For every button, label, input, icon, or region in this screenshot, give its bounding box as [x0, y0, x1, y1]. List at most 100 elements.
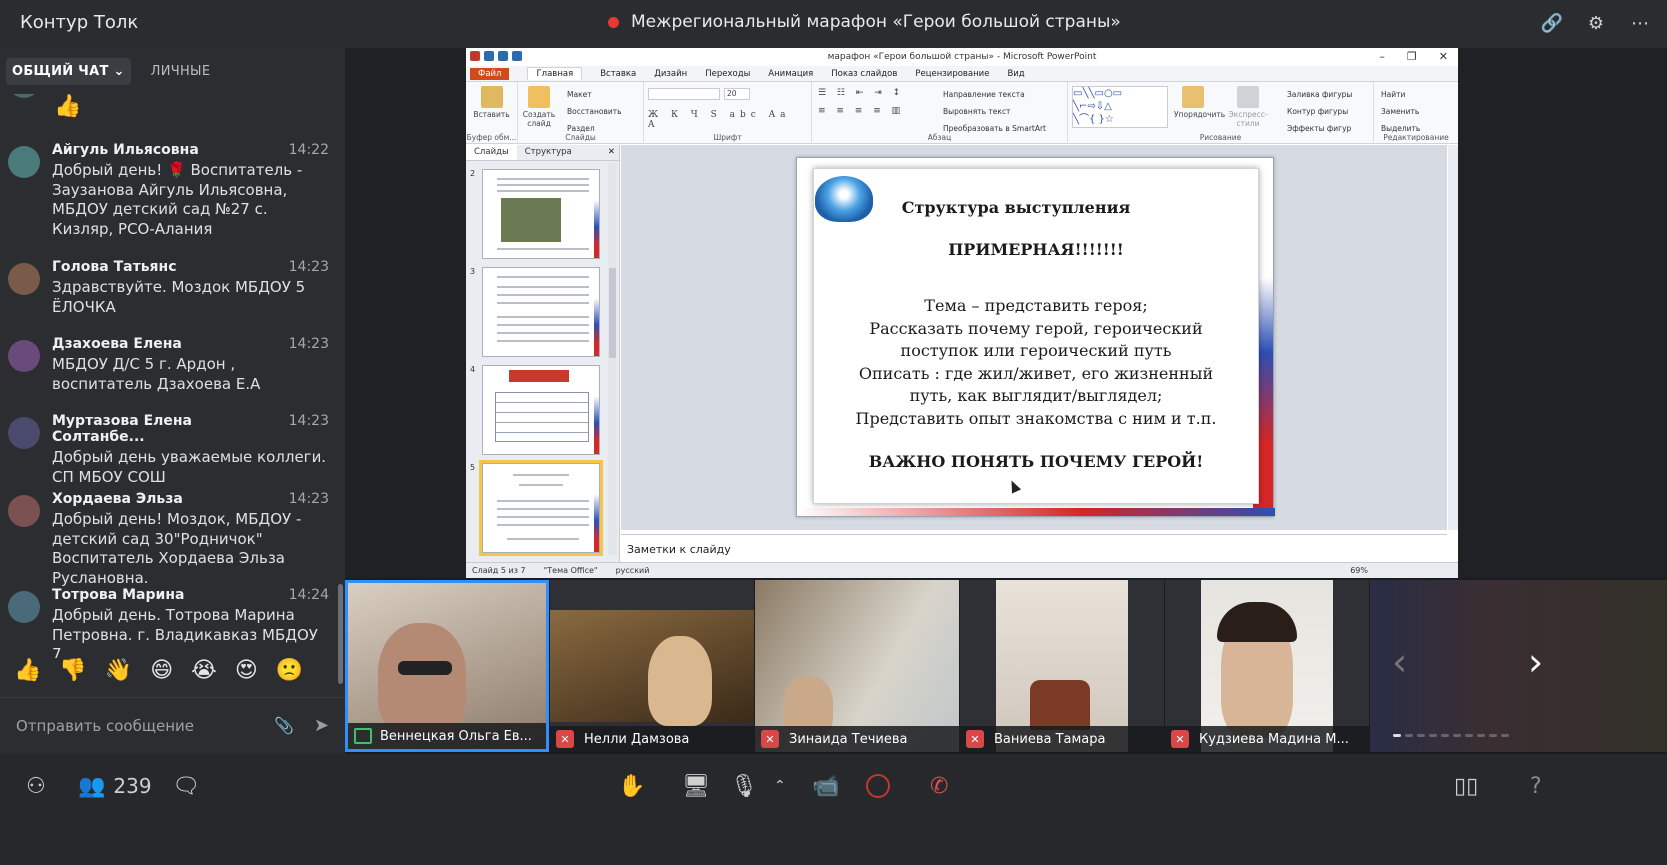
- layout-icon[interactable]: ▯▯: [1454, 770, 1478, 802]
- video-tile[interactable]: ✕ Зинаида Течиева: [755, 580, 959, 752]
- chat-icon[interactable]: 🗨: [172, 770, 200, 802]
- chat-message-list[interactable]: 👍 Айгуль Ильясовна 14:22 Добрый день! 🌹 В…: [0, 94, 345, 658]
- tab-file[interactable]: Файл: [470, 67, 510, 80]
- find-button[interactable]: Найти: [1381, 87, 1405, 102]
- slide-scrollbar[interactable]: [1448, 145, 1458, 530]
- tab-transitions[interactable]: Переходы: [705, 69, 750, 79]
- thumbs-up-icon[interactable]: 👍: [14, 658, 41, 683]
- align-buttons[interactable]: ≡ ≡ ≡ ≡ ▥: [818, 106, 904, 116]
- thumbs-down-icon[interactable]: 👎: [59, 658, 86, 683]
- tab-outline[interactable]: Структура: [517, 145, 580, 160]
- shape-outline-button[interactable]: Контур фигуры: [1287, 104, 1348, 119]
- font-size-select[interactable]: 20: [724, 88, 750, 100]
- next-page-icon[interactable]: ›: [1528, 640, 1543, 684]
- reaction-bar: 👍 👎 👋 😄 😭 😍 🙁: [0, 646, 345, 694]
- microphone-off-icon[interactable]: 🎙: [730, 770, 758, 802]
- slide-subtitle: ПРИМЕРНАЯ!!!!!!!: [948, 240, 1124, 259]
- layout-button[interactable]: Макет: [567, 87, 592, 102]
- participants-icon: 👥: [78, 773, 106, 799]
- mic-off-icon: ✕: [1171, 730, 1189, 748]
- slide-line: Рассказать почему герой, героический: [869, 319, 1203, 338]
- font-name-select[interactable]: [648, 88, 720, 100]
- restore-icon[interactable]: ❐: [1407, 48, 1417, 66]
- thumbnails-scrollbar[interactable]: [608, 163, 617, 555]
- tab-animation[interactable]: Анимация: [768, 69, 813, 79]
- send-icon[interactable]: ➤: [314, 715, 329, 736]
- tab-home[interactable]: Главная: [527, 67, 583, 80]
- close-icon[interactable]: ✕: [1439, 48, 1448, 66]
- participants-button[interactable]: 👥 239: [78, 770, 152, 802]
- arrange-button[interactable]: Упорядочить: [1174, 86, 1225, 119]
- tab-review[interactable]: Рецензирование: [915, 69, 989, 79]
- video-tile[interactable]: ✕ Кудзиева Мадина М...: [1165, 580, 1369, 752]
- screen-share-button-icon[interactable]: 🖥: [682, 770, 710, 802]
- heart-eyes-icon[interactable]: 😍: [235, 658, 258, 683]
- tab-general-chat[interactable]: ОБЩИЙ ЧАТ ⌄: [6, 57, 131, 85]
- chat-message: Голова Татьянс 14:23 Здравствуйте. Моздок…: [0, 259, 345, 336]
- shape-fill-button[interactable]: Заливка фигуры: [1287, 87, 1352, 102]
- slide-line: Описать : где жил/живет, его жизненный: [858, 364, 1214, 383]
- video-tile[interactable]: ✕ Ваниева Тамара: [960, 580, 1164, 752]
- slide-thumbnail[interactable]: 2: [470, 169, 600, 259]
- slide-notes[interactable]: Заметки к слайду: [621, 534, 1447, 562]
- tab-view[interactable]: Вид: [1007, 69, 1024, 79]
- create-slide-button[interactable]: Создать слайд: [522, 86, 556, 128]
- tab-private-chat[interactable]: ЛИЧНЫЕ: [145, 58, 217, 85]
- slide-thumbnail[interactable]: 4: [470, 365, 600, 455]
- tab-design[interactable]: Дизайн: [654, 69, 687, 79]
- message-time: 14:24: [288, 587, 329, 603]
- close-pane-icon[interactable]: ✕: [604, 145, 619, 160]
- chevron-up-icon[interactable]: ⌃: [774, 770, 786, 802]
- wave-icon[interactable]: 👋: [105, 658, 132, 683]
- more-icon[interactable]: ⋯: [1627, 10, 1653, 36]
- replace-button[interactable]: Заменить: [1381, 104, 1419, 119]
- more-participants-tile[interactable]: ✋ ‹ ›: [1370, 580, 1667, 752]
- record-icon[interactable]: [866, 770, 890, 802]
- undo-icon[interactable]: [498, 51, 508, 61]
- attach-icon[interactable]: 📎: [274, 716, 294, 735]
- minimize-icon[interactable]: –: [1379, 48, 1385, 66]
- save-icon[interactable]: [484, 51, 494, 61]
- list-buttons[interactable]: ☰ ☷ ⇤ ⇥ ↕: [818, 88, 904, 98]
- leave-call-icon[interactable]: ✆: [930, 770, 948, 802]
- quick-styles-button[interactable]: Экспресс-стили: [1218, 86, 1278, 128]
- paste-icon: [480, 86, 503, 108]
- chat-panel: ОБЩИЙ ЧАТ ⌄ ЛИЧНЫЕ 👍 Айгуль Ильясовна 14:…: [0, 48, 345, 793]
- align-text-button[interactable]: Выровнять текст: [943, 104, 1010, 119]
- redo-icon[interactable]: [512, 51, 522, 61]
- tab-slides[interactable]: Слайды: [466, 145, 517, 160]
- help-icon[interactable]: ?: [1530, 770, 1542, 802]
- zoom-level[interactable]: 69%: [1350, 566, 1368, 575]
- apps-icon[interactable]: ⚇: [26, 770, 46, 802]
- message-input[interactable]: Отправить сообщение: [16, 717, 274, 735]
- slide-editing-area: Структура выступления ПРИМЕРНАЯ!!!!!!! Т…: [621, 145, 1447, 530]
- slide-thumbnail-selected[interactable]: 5: [470, 460, 603, 556]
- cry-icon[interactable]: 😭: [191, 658, 217, 683]
- font-format-buttons[interactable]: Ж К Ч S abc Aa A: [648, 110, 807, 130]
- tab-slideshow[interactable]: Показ слайдов: [831, 69, 897, 79]
- powerpoint-window: марафон «Герои большой страны» - Microso…: [466, 48, 1458, 578]
- sad-icon[interactable]: 🙁: [276, 658, 303, 683]
- slide-line: путь, как выглядит/выглядел;: [909, 386, 1163, 405]
- tab-insert[interactable]: Вставка: [600, 69, 636, 79]
- quick-styles-icon: [1237, 86, 1259, 108]
- reset-button[interactable]: Восстановить: [567, 104, 622, 119]
- gear-icon[interactable]: ⚙: [1583, 10, 1609, 36]
- chat-message: Хордаева Эльза 14:23 Добрый день! Моздок,…: [0, 491, 345, 587]
- shapes-gallery[interactable]: ▭╲╲▭○▭ ╲⌐⇨⇩△ ╲⌒{ }☆: [1072, 86, 1168, 128]
- message-author: Муртазова Елена Солтанбе...: [52, 413, 193, 445]
- video-tile[interactable]: ✕ Нелли Дамзова: [550, 580, 754, 752]
- video-tile[interactable]: Веннецкая Ольга Ев...: [345, 580, 549, 752]
- paste-button[interactable]: Вставить: [470, 86, 513, 119]
- message-author: Голова Татьянс: [52, 259, 177, 275]
- link-icon[interactable]: 🔗: [1539, 10, 1565, 36]
- slide-line: Тема – представить героя;: [924, 296, 1148, 315]
- current-slide[interactable]: Структура выступления ПРИМЕРНАЯ!!!!!!! Т…: [796, 157, 1275, 517]
- text-direction-button[interactable]: Направление текста: [943, 87, 1025, 102]
- camera-icon[interactable]: 📹: [812, 770, 839, 802]
- raise-hand-icon[interactable]: ✋: [618, 770, 645, 802]
- slide-thumbnail[interactable]: 3: [470, 267, 600, 357]
- slide-footer: ВАЖНО ПОНЯТЬ ПОЧЕМУ ГЕРОЙ!: [868, 452, 1204, 471]
- prev-page-icon[interactable]: ‹: [1392, 640, 1407, 684]
- laugh-icon[interactable]: 😄: [150, 658, 173, 683]
